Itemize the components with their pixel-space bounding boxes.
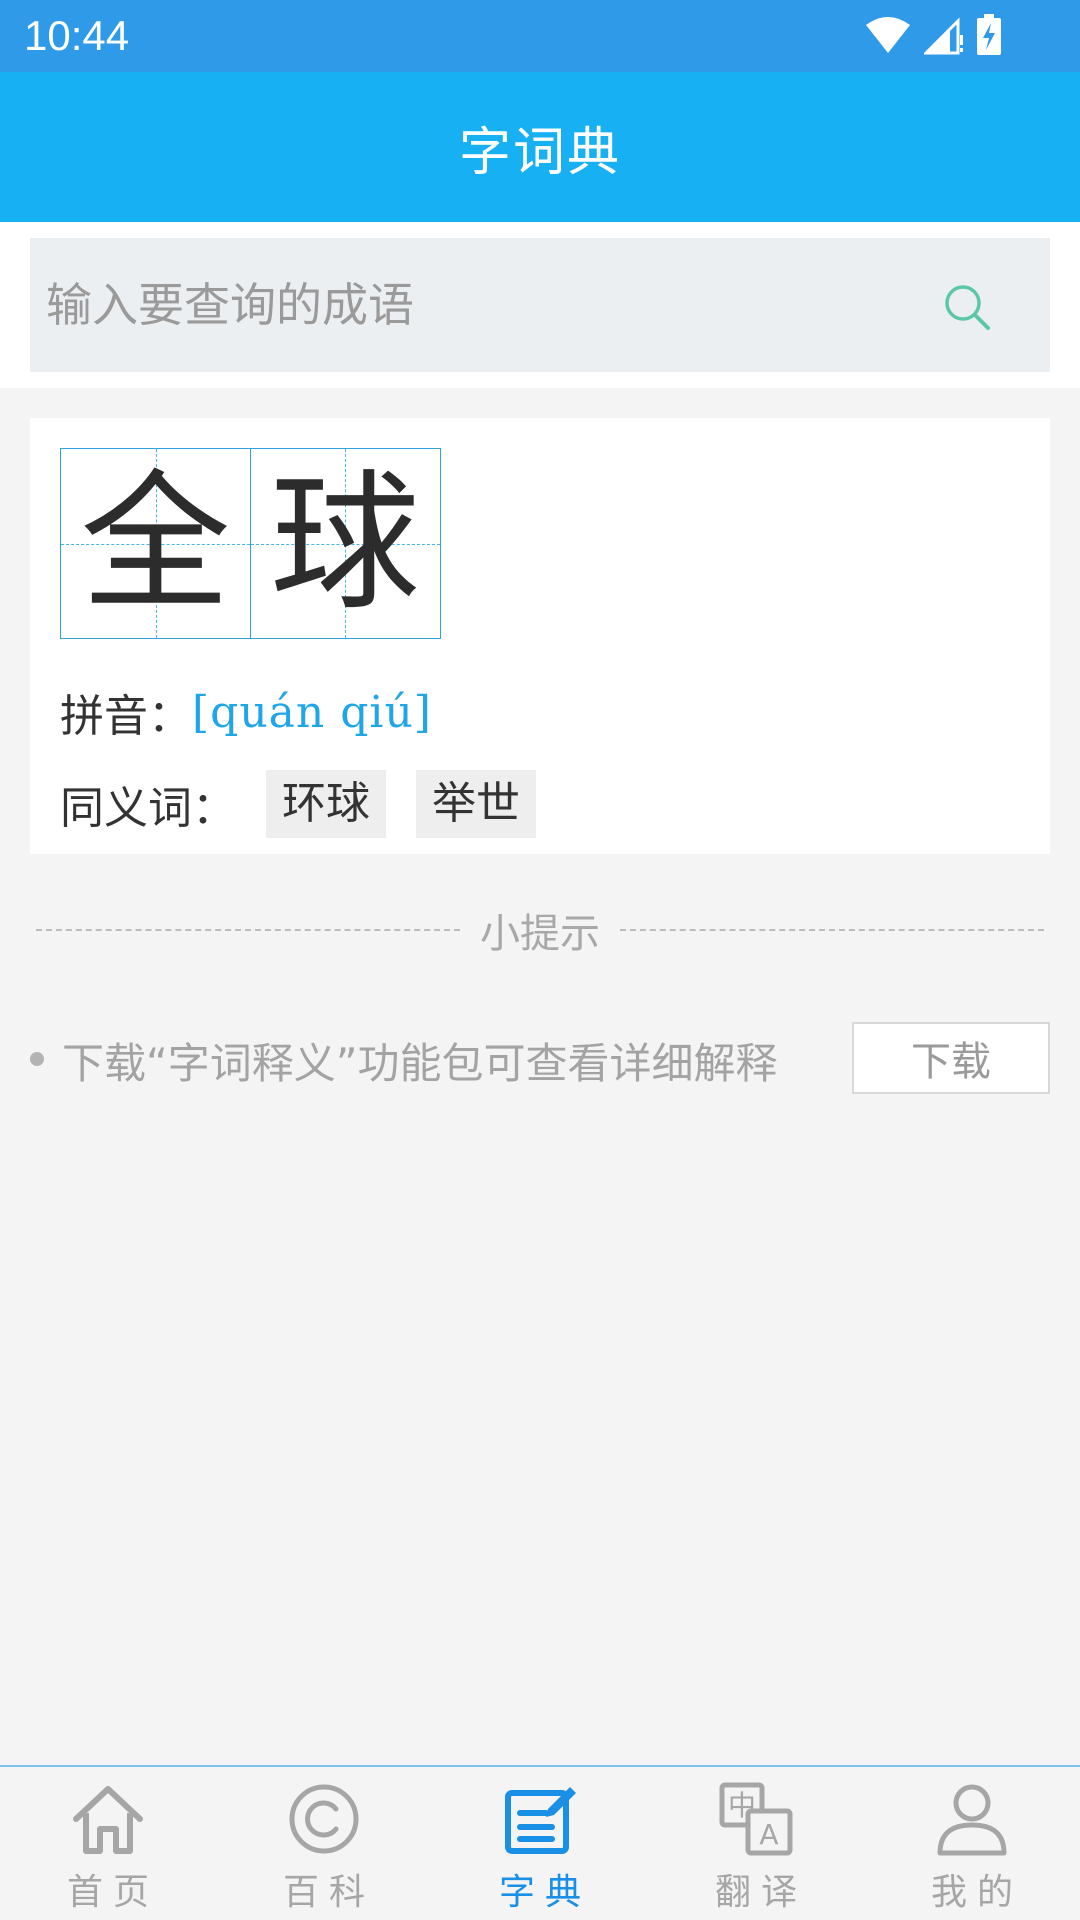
pinyin-value: [quán qiú] [192,686,432,738]
page-title: 字词典 [458,122,621,183]
tip-title: 小提示 [480,911,600,957]
nav-label: 翻译 [714,1872,807,1913]
status-bar: 10:44 [0,0,1080,72]
nav-item-profile[interactable]: 我的 [864,1767,1080,1920]
nav-item-translate[interactable]: 中 A 翻译 [648,1767,864,1920]
search-section [0,222,1080,388]
word-card: 全 球 拼音： [quán qiú] 同义词： 环球 举世 [30,418,1050,854]
divider-line [620,929,1044,931]
divider-line [36,929,460,931]
search-input[interactable] [46,238,926,372]
search-icon[interactable] [942,282,992,332]
pinyin-row: 拼音： [quán qiú] [60,680,432,744]
status-icons [864,14,1002,56]
title-bar: 字词典 [0,72,1080,222]
signal-icon [924,17,963,55]
synonym-chip[interactable]: 环球 [266,770,386,838]
character: 全 [80,456,231,631]
download-button[interactable]: 下载 [852,1022,1050,1094]
synonym-chip[interactable]: 举世 [416,770,536,838]
synonyms-row: 同义词： 环球 举世 [60,770,536,838]
user-icon [937,1784,1007,1856]
nav-label: 百科 [282,1872,375,1913]
character: 球 [269,456,420,631]
character-cell: 全 [60,448,251,639]
tip-text: 下载“字词释义”功能包可查看详细解释 [62,1039,778,1088]
svg-text:A: A [759,1818,778,1851]
translate-icon: 中 A [719,1782,793,1856]
bullet-icon [30,1052,44,1066]
nav-label: 字典 [498,1872,591,1913]
character-cell: 球 [249,448,441,639]
home-icon [73,1786,143,1854]
nav-item-encyclopedia[interactable]: 百科 [216,1767,432,1920]
pinyin-label: 拼音： [60,691,192,742]
tip-divider: 小提示 [36,900,1044,960]
nav-label: 首页 [66,1872,159,1913]
search-box [30,238,1050,372]
bottom-nav: 首页 百科 字典 中 A 翻译 我的 [0,1765,1080,1920]
synonyms-label: 同义词： [60,783,236,834]
copyright-icon [289,1784,359,1854]
nav-label: 我的 [930,1872,1023,1913]
tip-row: 下载“字词释义”功能包可查看详细解释 下载 [30,1022,1050,1094]
nav-item-home[interactable]: 首页 [0,1767,216,1920]
status-time: 10:44 [24,12,130,59]
nav-item-dictionary[interactable]: 字典 [432,1767,648,1920]
character-grid: 全 球 [60,448,441,639]
dictionary-icon [505,1787,576,1854]
wifi-icon [866,17,910,53]
battery-charging-icon [977,14,1001,55]
app-screen: 10:44 字词典 输入要查询的成语 全 球 拼音： [quán qiú] 同义… [0,0,1080,1920]
